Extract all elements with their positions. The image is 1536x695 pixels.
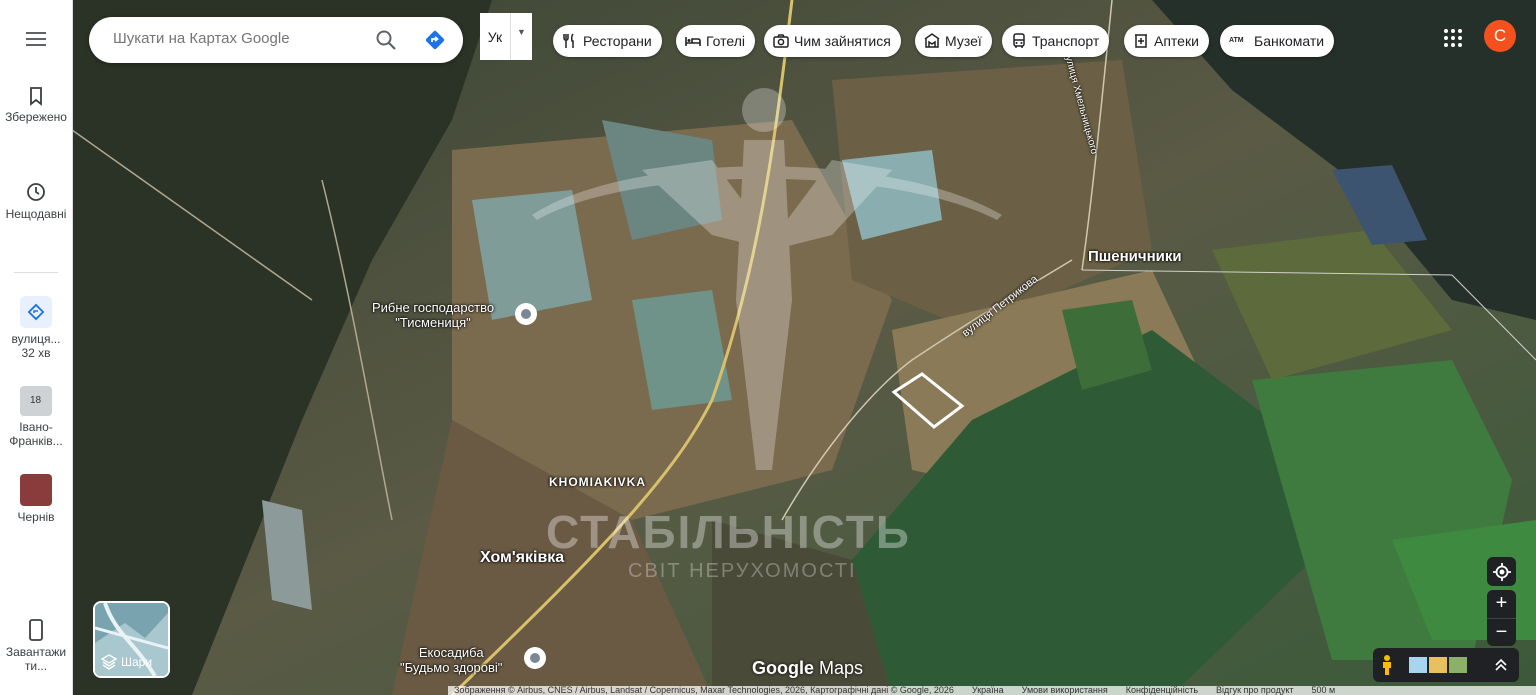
bookmark-icon <box>30 87 42 106</box>
rail-divider <box>14 272 58 273</box>
recent-label: Нещодавні <box>5 207 67 221</box>
place-label-pshenychnyky[interactable]: Пшеничники <box>1088 248 1182 265</box>
recent-item-ivano-frankivsk-label: Івано-Франків... <box>9 420 63 448</box>
place-thumbnail-icon <box>20 474 52 506</box>
bus-icon <box>1013 33 1025 48</box>
fork-knife-icon <box>563 33 574 48</box>
chip-transit[interactable]: Транспорт <box>1002 25 1110 57</box>
place-thumbnail-icon: 18 <box>20 386 52 416</box>
footer-country[interactable]: Україна <box>972 686 1004 695</box>
chip-pharmacies-label: Аптеки <box>1154 33 1199 49</box>
poi-pin-fish-farm[interactable] <box>515 303 537 325</box>
chip-atms-label: Банкомати <box>1254 33 1325 49</box>
user-avatar[interactable]: C <box>1484 20 1516 52</box>
layers-icon <box>101 654 117 670</box>
footer-terms-link[interactable]: Умови використання <box>1022 686 1108 695</box>
search-box <box>89 17 463 63</box>
plus-icon: + <box>1495 592 1508 615</box>
phone-icon <box>29 619 43 641</box>
scale-bar[interactable]: 500 м <box>1312 686 1336 695</box>
layers-label-row: Шари <box>101 654 152 670</box>
google-logo-text: Google <box>752 658 814 678</box>
directions-icon <box>20 296 52 328</box>
poi-pin-ecofarm[interactable] <box>524 647 546 669</box>
poi-label-ecofarm[interactable]: Екосадиба "Будьмо здорові" <box>400 645 502 675</box>
my-location-button[interactable] <box>1487 557 1516 586</box>
poi-label-fish-farm[interactable]: Рибне господарство "Тисмениця" <box>372 300 494 330</box>
zoom-in-button[interactable]: + <box>1496 590 1508 618</box>
history-icon <box>27 183 45 201</box>
layers-label: Шари <box>121 655 153 669</box>
left-rail: Збережено Нещодавні вулиця... 32 хв 18 І… <box>0 0 73 695</box>
thumbnail-3[interactable] <box>1449 657 1467 673</box>
thumbnail-badge: 18 <box>30 395 42 406</box>
map-footer: Зображення © Airbus, CNES / Airbus, Land… <box>448 686 1536 695</box>
chip-atms[interactable]: ATM Банкомати <box>1220 25 1335 57</box>
apps-grid-icon[interactable] <box>1442 27 1464 49</box>
language-code: Ук <box>487 28 503 45</box>
saved-button[interactable]: Збережено <box>0 86 72 124</box>
pegman-icon[interactable] <box>1378 654 1396 676</box>
bed-icon <box>685 37 701 46</box>
chip-restaurants[interactable]: Ресторани <box>553 25 662 57</box>
watermark-title: СТАБІЛЬНІСТЬ <box>546 506 911 558</box>
watermark-subtitle: СВІТ НЕРУХОМОСТІ <box>628 560 857 582</box>
layers-button[interactable]: Шари <box>93 601 170 678</box>
recent-item-street-label: вулиця... <box>11 332 61 346</box>
camera-icon <box>773 34 789 48</box>
zoom-controls: + − <box>1487 590 1516 646</box>
chip-things-to-do-label: Чим зайнятися <box>794 33 891 49</box>
saved-label: Збережено <box>5 110 67 124</box>
search-input[interactable] <box>111 29 355 48</box>
chevron-down-icon: ▼ <box>510 13 532 60</box>
recent-item-street[interactable]: вулиця... 32 хв <box>0 296 72 360</box>
google-maps-logo: Google Maps <box>752 658 863 679</box>
chip-hotels-label: Готелі <box>706 33 745 49</box>
maps-logo-text: Maps <box>819 658 864 678</box>
recent-button[interactable]: Нещодавні <box>0 181 72 221</box>
chip-museums-label: Музеї <box>945 33 982 49</box>
minus-icon: − <box>1495 620 1508 643</box>
menu-button[interactable] <box>0 30 72 52</box>
search-icon[interactable] <box>374 28 398 52</box>
place-label-khomiakivka-latin[interactable]: KHOMIAKIVKA <box>549 475 646 489</box>
chip-pharmacies[interactable]: Аптеки <box>1124 25 1209 57</box>
language-selector[interactable]: Ук ▼ <box>480 13 532 60</box>
satellite-map[interactable]: Пшеничники KHOMIAKIVKA Хом'яківка вулиця… <box>72 0 1536 695</box>
chip-museums[interactable]: Музеї <box>915 25 992 57</box>
recent-item-cherniv-label: Чернів <box>17 510 55 524</box>
footer-credits: Зображення © Airbus, CNES / Airbus, Land… <box>454 686 954 695</box>
directions-icon[interactable] <box>423 28 447 52</box>
bottom-tools <box>1373 648 1519 682</box>
pharmacy-icon <box>1135 34 1147 48</box>
thumbnail-1[interactable] <box>1409 657 1427 673</box>
download-app-button[interactable]: Завантажити... <box>0 619 72 673</box>
chip-transit-label: Транспорт <box>1032 33 1100 49</box>
chip-hotels[interactable]: Готелі <box>676 25 755 57</box>
chip-restaurants-label: Ресторани <box>583 33 652 49</box>
recent-item-street-time: 32 хв <box>21 346 51 360</box>
chevron-up-icon[interactable] <box>1494 658 1508 672</box>
download-label: Завантажити... <box>5 645 67 673</box>
atm-icon: ATM <box>1229 37 1244 44</box>
satellite-imagery <box>72 0 1536 695</box>
recent-item-ivano-frankivsk[interactable]: 18 Івано-Франків... <box>0 386 72 448</box>
imagery-thumbnails[interactable] <box>1409 657 1467 673</box>
chip-things-to-do[interactable]: Чим зайнятися <box>764 25 901 57</box>
footer-feedback-link[interactable]: Відгук про продукт <box>1216 686 1293 695</box>
zoom-out-button[interactable]: − <box>1487 617 1516 647</box>
museum-icon <box>924 33 940 48</box>
hamburger-icon <box>26 32 46 46</box>
my-location-icon <box>1492 562 1511 581</box>
recent-item-cherniv[interactable]: Чернів <box>0 474 72 524</box>
thumbnail-2[interactable] <box>1429 657 1447 673</box>
footer-privacy-link[interactable]: Конфіденційність <box>1126 686 1198 695</box>
